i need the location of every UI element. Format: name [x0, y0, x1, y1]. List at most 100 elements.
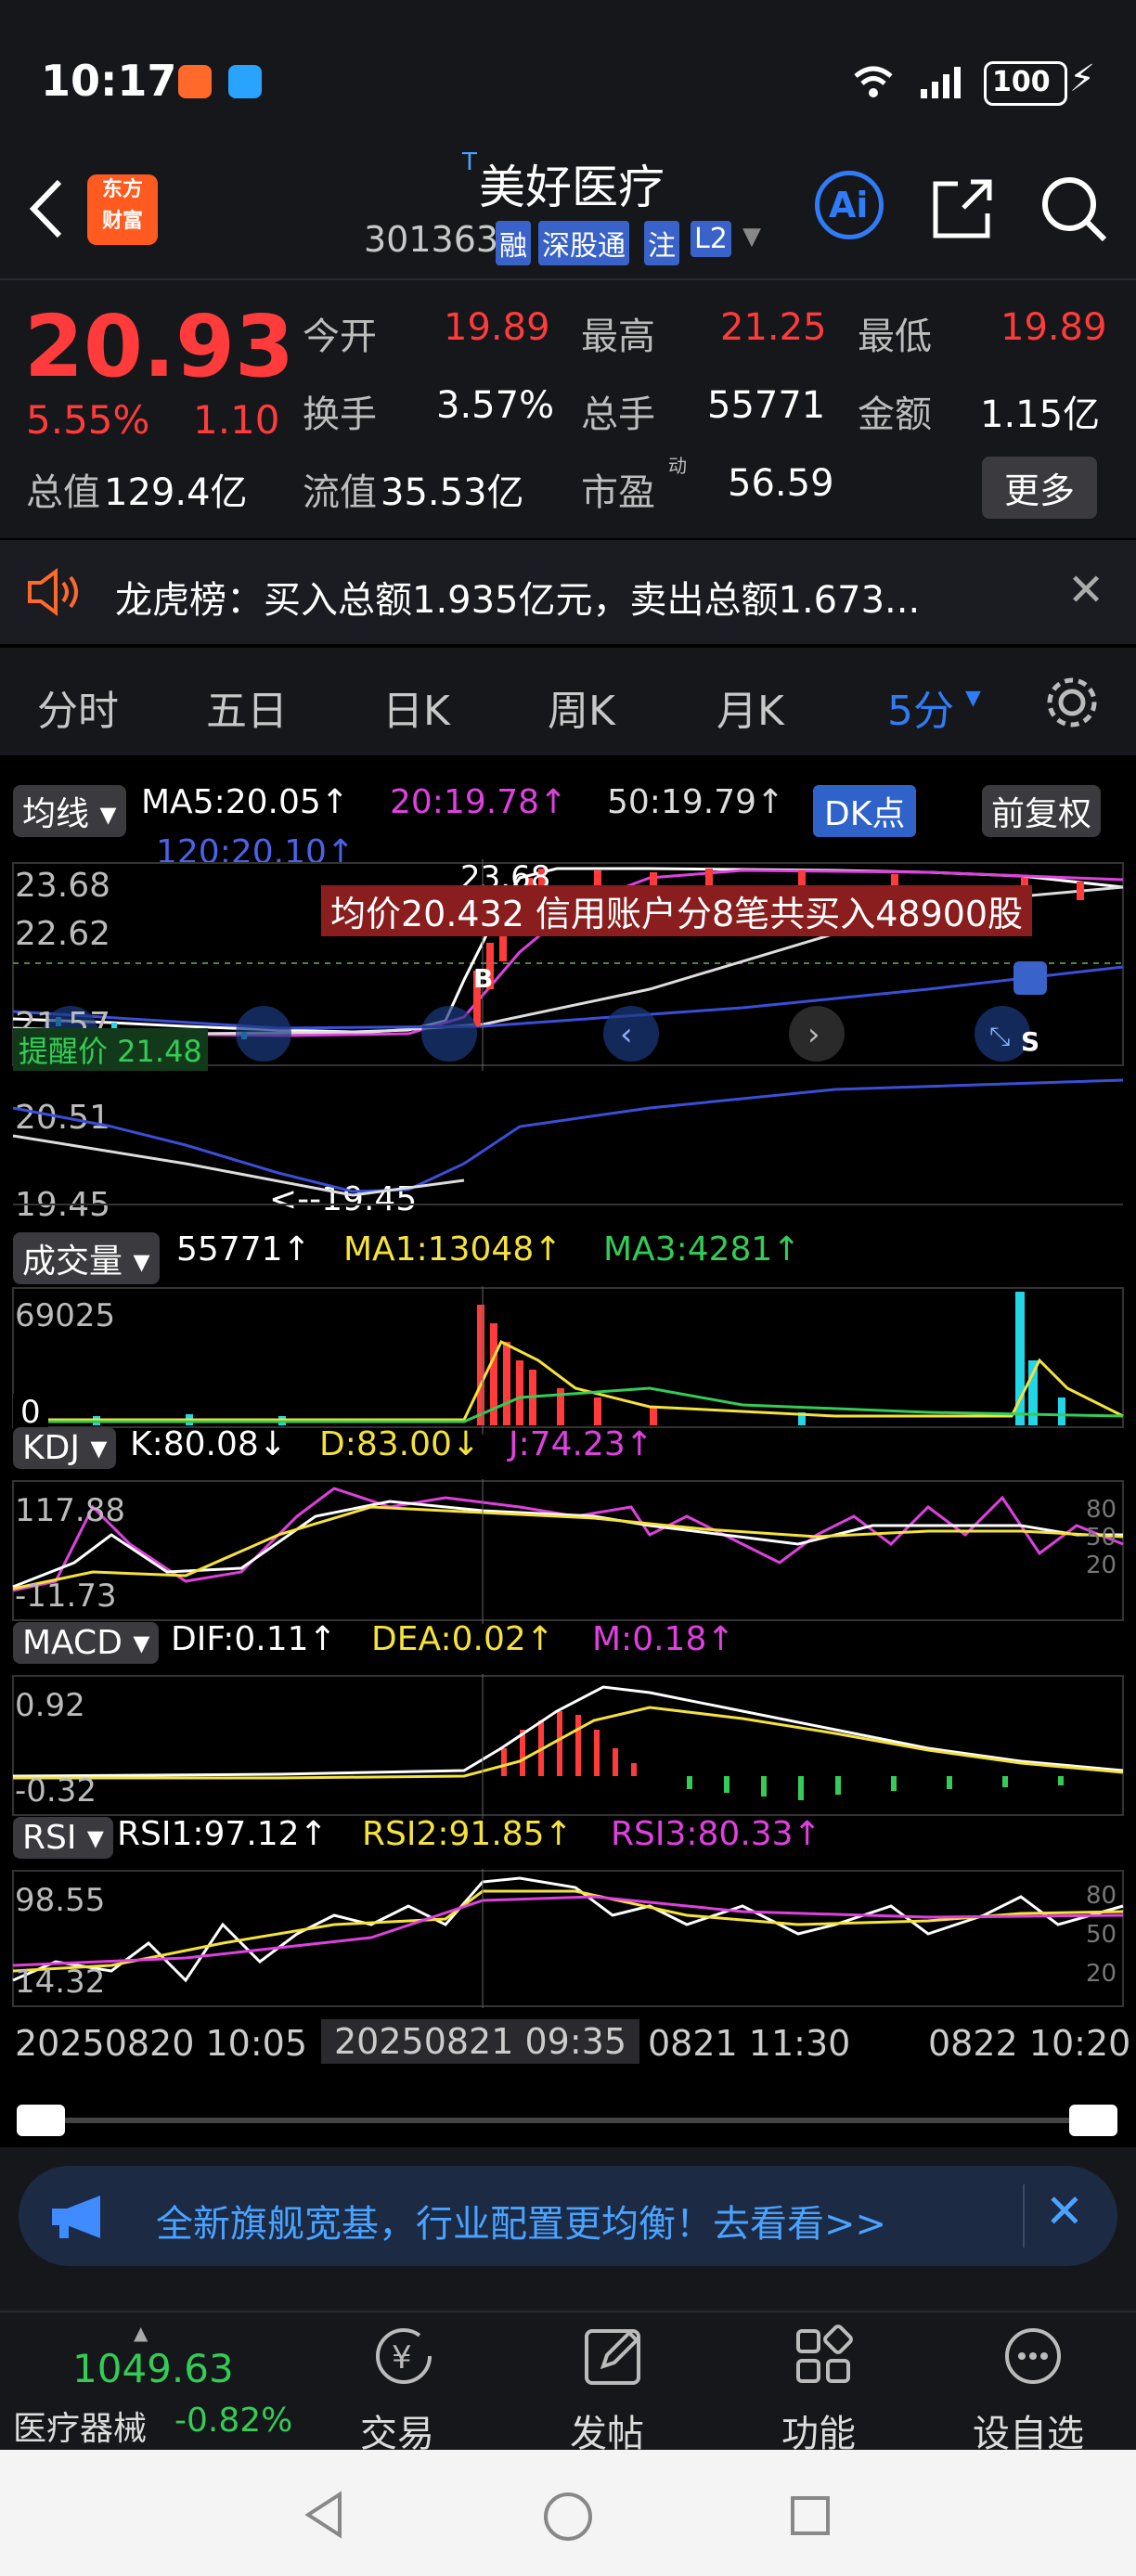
ma5-value: MA5:20.05↑ [141, 783, 349, 821]
registration-badge: 注 [644, 221, 679, 265]
ma-selector[interactable]: 均线 ▾ [13, 785, 126, 837]
macd-axis-top: 0.92 [15, 1687, 85, 1724]
index-name[interactable]: 医疗器械 [13, 2402, 147, 2450]
grid-icon [796, 2325, 853, 2383]
kdj-j: J:74.23↑ [509, 1425, 653, 1463]
index-value[interactable]: 1049.63 [72, 2346, 234, 2391]
nav-right-icon[interactable]: › [789, 1006, 845, 1062]
sell-marker-label[interactable]: S [1021, 1026, 1039, 1057]
scroll-handle-left[interactable] [17, 2105, 65, 2136]
ad-close-icon[interactable]: ✕ [1045, 2184, 1084, 2238]
signal-icon [921, 67, 961, 98]
ad-text: 全新旗舰宽基，行业配置更均衡！去看看>> [156, 2203, 887, 2246]
rsi-panel[interactable] [0, 1869, 1136, 2008]
time-label-2: 20250821 09:35 [321, 2019, 640, 2064]
tab-weekly[interactable]: 周K [548, 677, 615, 737]
close-icon[interactable]: ✕ [1067, 564, 1104, 616]
nav-trade[interactable]: ¥ 交易 [353, 2320, 455, 2455]
status-bar: 10:17 100 ⚡ [0, 0, 1136, 148]
margin-badge: 融 [496, 221, 531, 265]
macd-m: M:0.18↑ [592, 1620, 735, 1658]
quote-panel: 20.93 5.55% 1.10 今开 19.89 最高 21.25 最低 19… [0, 280, 1136, 538]
time-label-3: 0821 11:30 [648, 2023, 851, 2064]
total-volume: 55771 [707, 384, 826, 427]
low-price: 19.89 [1000, 306, 1107, 349]
nav-zoom-out-icon[interactable] [236, 1006, 291, 1062]
market-cap: 129.4亿 [104, 471, 248, 514]
macd-panel[interactable] [0, 1674, 1136, 1819]
notice-bar[interactable]: 龙虎榜：买入总额1.935亿元，卖出总额1.673... ✕ [0, 540, 1136, 644]
time-label-4: 0822 10:20 [928, 2023, 1131, 2064]
open-price: 19.89 [444, 306, 550, 349]
ma50-value: 50:19.79↑ [607, 783, 785, 821]
index-change: -0.82% [174, 2402, 293, 2440]
adjust-button[interactable]: 前复权 [982, 785, 1102, 837]
ma20-value: 20:19.78↑ [390, 783, 568, 821]
rsi-selector[interactable]: RSI ▾ [13, 1817, 113, 1859]
system-recents-icon[interactable] [789, 2494, 832, 2537]
kdj-k: K:80.08↓ [130, 1425, 287, 1463]
trade-banner[interactable]: 均价20.432 信用账户分8笔共买入48900股 [321, 885, 1033, 936]
kdj-axis-bottom: -11.73 [15, 1578, 117, 1615]
candle-panel-lower[interactable] [0, 1071, 1136, 1223]
nav-zoom-in-icon[interactable] [421, 1006, 477, 1062]
rsi-axis-bottom: 14.32 [15, 1964, 106, 2001]
kdj-axis-top: 117.88 [15, 1492, 125, 1529]
scroll-handle-right[interactable] [1069, 2105, 1117, 2136]
nav-left-icon[interactable]: ‹ [603, 1006, 659, 1062]
macd-selector[interactable]: MACD ▾ [13, 1622, 160, 1664]
buy-marker-label[interactable]: B [473, 963, 493, 994]
expand-up-icon[interactable]: ▲ [134, 2322, 148, 2344]
nav-function[interactable]: 功能 [774, 2320, 876, 2455]
kdj-panel[interactable] [0, 1479, 1136, 1624]
tab-intraday[interactable]: 分时 [37, 677, 119, 737]
system-back-icon[interactable] [303, 2491, 347, 2539]
period-dropdown-icon[interactable]: ▼ [965, 687, 981, 710]
volume-selector[interactable]: 成交量 ▾ [13, 1232, 160, 1284]
system-home-icon[interactable] [542, 2491, 594, 2543]
chart-scrollbar[interactable] [0, 2093, 1136, 2147]
tab-daily[interactable]: 日K [382, 677, 450, 737]
stock-name[interactable]: 美好医疗 [479, 150, 665, 217]
settings-icon[interactable] [1043, 674, 1101, 731]
search-icon[interactable] [1039, 174, 1110, 245]
back-icon[interactable] [26, 176, 67, 241]
dk-point-button[interactable]: DK点 [813, 785, 917, 837]
tab-monthly[interactable]: 月K [716, 677, 784, 737]
stock-code: 301363 [364, 219, 499, 260]
alert-price-label[interactable]: 提醒价 21.48 [13, 1028, 208, 1071]
ad-banner[interactable]: 全新旗舰宽基，行业配置更均衡！去看看>> ✕ [19, 2166, 1117, 2266]
nav-add-watchlist[interactable]: 设自选 [969, 2320, 1099, 2455]
svg-text:¥: ¥ [392, 2339, 412, 2376]
clock: 10:17 [41, 56, 177, 106]
kdj-selector[interactable]: KDJ ▾ [13, 1427, 117, 1469]
wifi-icon [854, 66, 893, 97]
message-notification-icon [228, 65, 262, 98]
last-price: 20.93 [24, 297, 295, 396]
bottom-nav: ▲ 1049.63 医疗器械 -0.82% ¥ 交易 发帖 功能 设自选 [0, 2311, 1136, 2455]
nav-post[interactable]: 发帖 [562, 2320, 665, 2455]
turnover-rate: 3.57% [436, 384, 555, 427]
volume-panel[interactable] [0, 1286, 1136, 1435]
svg-text:⤡: ⤡ [989, 1021, 1010, 1051]
rsi3-value: RSI3:80.33↑ [611, 1815, 821, 1853]
price-axis-1: 23.68 [15, 867, 111, 905]
tab-5min[interactable]: 5分 [887, 677, 954, 737]
volume-axis-top: 69025 [15, 1297, 116, 1334]
l2-badge: L2 [691, 221, 731, 257]
macd-dea: DEA:0.02↑ [371, 1620, 554, 1658]
dropdown-icon[interactable]: ▼ [742, 223, 761, 251]
period-tabs: 分时 五日 日K 周K 月K 5分 ▼ [0, 648, 1136, 755]
share-icon[interactable] [930, 176, 997, 241]
more-dots-icon [1005, 2328, 1061, 2384]
float-cap: 35.53亿 [381, 471, 524, 514]
ai-button[interactable]: Ai [815, 171, 884, 239]
volume-axis-bottom: 0 [13, 1394, 48, 1431]
more-button[interactable]: 更多 [982, 457, 1098, 519]
rsi1-value: RSI1:97.12↑ [117, 1815, 328, 1853]
macd-dif: DIF:0.11↑ [171, 1620, 337, 1658]
kline-chart[interactable]: 均线 ▾ MA5:20.05↑ 20:19.78↑ 50:19.79↑ 120:… [0, 757, 1136, 2093]
edit-icon [585, 2329, 640, 2385]
tab-five-day[interactable]: 五日 [206, 677, 288, 737]
time-label-1: 20250820 10:05 [15, 2023, 308, 2064]
